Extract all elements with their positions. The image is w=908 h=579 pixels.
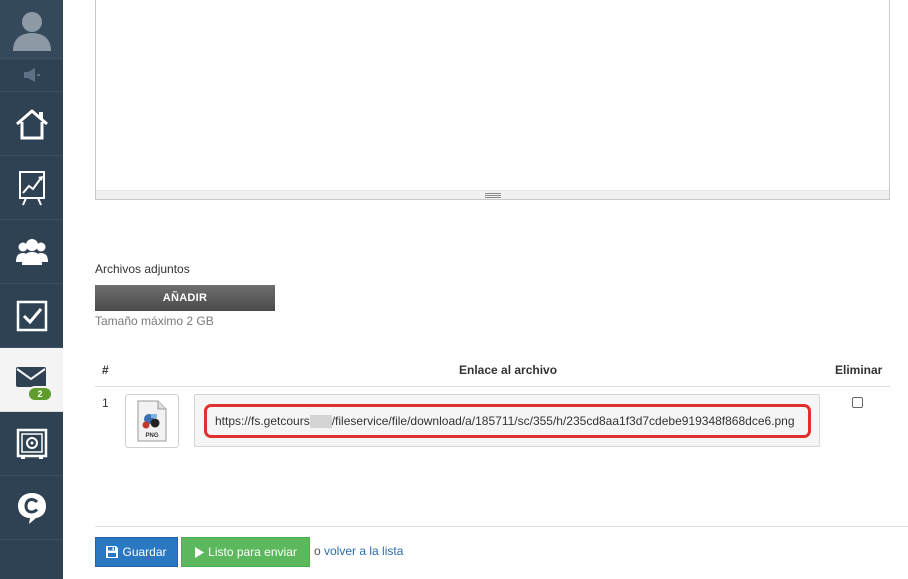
file-link[interactable]: https://fs.getcours/fileservice/file/dow… bbox=[204, 404, 811, 438]
or-text: o bbox=[314, 544, 321, 558]
chart-icon bbox=[18, 170, 45, 205]
ready-to-send-button[interactable]: Listo para enviar bbox=[181, 537, 310, 567]
resize-grip-icon[interactable] bbox=[484, 192, 501, 198]
editor-resize-bar[interactable] bbox=[96, 190, 889, 199]
sidebar-item-announcements[interactable] bbox=[0, 59, 63, 92]
chat-c-icon bbox=[17, 492, 46, 524]
file-link-start: https://fs.getcours bbox=[215, 414, 310, 428]
attachments-label: Archivos adjuntos bbox=[95, 262, 190, 276]
play-icon bbox=[195, 546, 205, 558]
delete-checkbox[interactable] bbox=[852, 397, 863, 408]
sidebar-item-messages[interactable] bbox=[0, 348, 63, 412]
users-icon bbox=[15, 238, 48, 265]
sidebar-item-chat[interactable] bbox=[0, 476, 63, 540]
add-attachment-button[interactable]: AÑADIR bbox=[95, 285, 275, 311]
footer-divider bbox=[95, 526, 908, 527]
row-number: 1 bbox=[102, 396, 109, 410]
file-thumbnail[interactable]: PNG bbox=[125, 394, 179, 448]
checkbox-tasks-icon bbox=[16, 300, 47, 331]
sidebar-item-users[interactable] bbox=[0, 220, 63, 284]
mail-count-badge: 2 bbox=[27, 386, 53, 402]
file-link-end: /fileservice/file/download/a/185711/sc/3… bbox=[331, 414, 795, 428]
sidebar-item-home[interactable] bbox=[0, 92, 63, 156]
sidebar-item-safe[interactable] bbox=[0, 412, 63, 476]
save-button-label: Guardar bbox=[122, 545, 167, 559]
home-icon bbox=[15, 109, 48, 139]
column-number-header: # bbox=[102, 363, 109, 377]
sidebar bbox=[0, 0, 63, 579]
floppy-disk-icon bbox=[106, 546, 119, 558]
table-header: # Enlace al archivo Eliminar bbox=[95, 356, 890, 387]
speaker-icon bbox=[23, 68, 40, 82]
mail-icon bbox=[15, 366, 46, 387]
sidebar-avatar[interactable] bbox=[0, 0, 63, 59]
safe-icon bbox=[16, 428, 47, 459]
redacted-segment bbox=[309, 414, 332, 428]
max-size-note: Tamaño máximo 2 GB bbox=[95, 314, 214, 328]
back-to-list-link[interactable]: volver a la lista bbox=[324, 544, 403, 558]
column-link-header: Enlace al archivo bbox=[459, 363, 558, 377]
message-editor[interactable] bbox=[95, 0, 890, 200]
save-button[interactable]: Guardar bbox=[95, 537, 178, 567]
sidebar-item-statistics[interactable] bbox=[0, 156, 63, 220]
png-file-icon: PNG bbox=[137, 400, 167, 442]
column-delete-header: Eliminar bbox=[835, 363, 883, 377]
ready-button-label: Listo para enviar bbox=[208, 545, 297, 559]
sidebar-item-tasks[interactable] bbox=[0, 284, 63, 348]
user-avatar-icon bbox=[12, 12, 51, 51]
attachments-table: # Enlace al archivo Eliminar bbox=[95, 356, 890, 387]
file-type-label: PNG bbox=[145, 433, 158, 439]
